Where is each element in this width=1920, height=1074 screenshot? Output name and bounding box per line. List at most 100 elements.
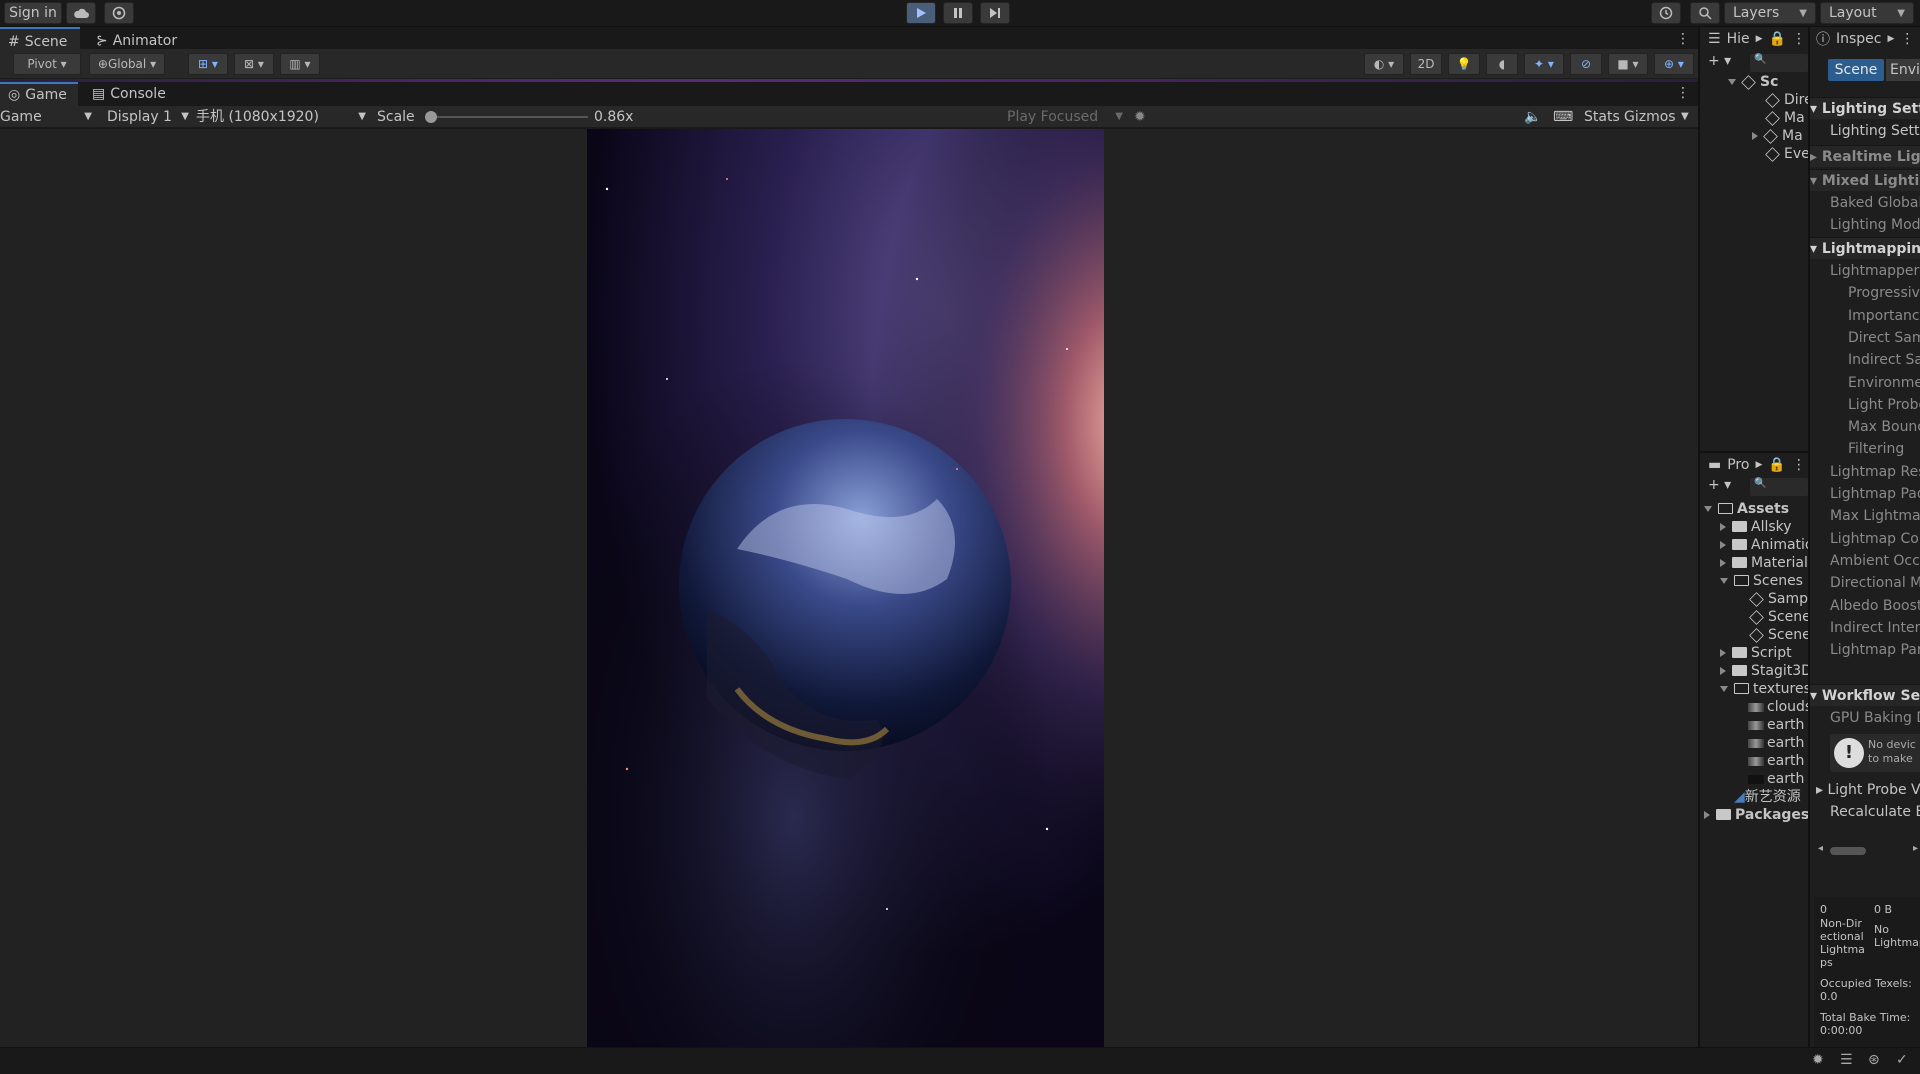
inspector-row[interactable]: Lightmapper — [1830, 260, 1920, 282]
search-icon[interactable] — [1690, 2, 1720, 24]
texture-asset[interactable]: earth a — [1748, 716, 1817, 734]
gizmos-button[interactable]: Gizmos — [1624, 106, 1676, 128]
align-icon[interactable]: ▥ ▾ — [280, 53, 320, 75]
chevron-down-icon[interactable]: ▼ — [1681, 106, 1689, 128]
network-icon[interactable]: ⊛ — [1868, 1052, 1880, 1068]
inspector-row[interactable]: Environmen — [1848, 372, 1920, 394]
scene-root-item[interactable]: Sc — [1728, 73, 1778, 91]
lock-icon[interactable]: 🔒 — [1769, 31, 1786, 47]
inspector-row[interactable]: Indirect Intens — [1830, 617, 1920, 639]
step-button[interactable] — [980, 2, 1010, 24]
packages-folder[interactable]: Packages — [1704, 806, 1809, 824]
layers-stack-icon[interactable]: ☰ — [1840, 1052, 1853, 1068]
resolution-dropdown[interactable]: 手机 (1080x1920) ▼ — [196, 106, 366, 128]
inspector-row[interactable]: Progressive — [1848, 282, 1920, 304]
game-render-earth[interactable] — [587, 129, 1104, 1047]
inspector-row[interactable]: Ambient Occlu — [1830, 550, 1920, 572]
grid-snap-icon[interactable]: ⊞ ▾ — [188, 53, 228, 75]
bug-icon[interactable]: ✹ — [1812, 1052, 1824, 1068]
play-focused-dropdown[interactable]: Play Focused ▼ — [1007, 106, 1123, 128]
camera-icon[interactable]: ■ ▾ — [1608, 53, 1648, 75]
audio-toggle-icon[interactable]: ◖ — [1486, 53, 1518, 75]
inspector-row[interactable]: Baked Global I — [1830, 192, 1920, 214]
speaker-icon[interactable]: 🔈 — [1524, 106, 1541, 128]
tab-console[interactable]: ▤ Console — [84, 82, 174, 106]
more-menu-icon[interactable]: ⋮ — [1676, 85, 1690, 101]
2d-toggle-button[interactable]: 2D — [1410, 53, 1442, 75]
global-toggle[interactable]: ⊕ Global ▾ — [89, 53, 165, 75]
increment-snap-icon[interactable]: ⊠ ▾ — [234, 53, 274, 75]
light-probe-vis-foldout[interactable]: ▸ Light Probe Vis — [1816, 779, 1920, 801]
folder-item[interactable]: Animatio — [1720, 536, 1814, 554]
scene-tab-button[interactable]: Scene — [1828, 59, 1884, 81]
lock-icon[interactable]: 🔒 — [1768, 457, 1785, 473]
keyboard-icon[interactable]: ⌨ — [1553, 106, 1573, 128]
hierarchy-item[interactable]: Eve — [1765, 145, 1810, 163]
history-icon[interactable] — [1651, 2, 1681, 24]
cloud-icon[interactable] — [66, 2, 96, 24]
pivot-toggle[interactable]: Pivot ▾ — [13, 53, 81, 75]
textures-folder[interactable]: textures — [1720, 680, 1811, 698]
hierarchy-item[interactable]: Ma — [1752, 127, 1803, 145]
inspector-row[interactable]: Light Probe — [1848, 394, 1920, 416]
tab-game[interactable]: ◎ Game — [0, 82, 78, 106]
more-menu-icon[interactable]: ⋮ — [1792, 31, 1806, 47]
folder-item[interactable]: Stagit3D — [1720, 662, 1812, 680]
effects-icon[interactable]: ✦ ▾ — [1524, 53, 1564, 75]
scene-asset[interactable]: Sampl — [1749, 590, 1812, 608]
more-menu-icon[interactable]: ⋮ — [1792, 457, 1806, 473]
inspector-row[interactable]: Lightmap Res — [1830, 461, 1920, 483]
inspector-row[interactable]: Lightmap Com — [1830, 528, 1920, 550]
more-menu-icon[interactable]: ⋮ — [1900, 31, 1914, 47]
stats-button[interactable]: Stats — [1584, 106, 1620, 128]
chevron-right-icon[interactable]: ▸ — [1913, 843, 1918, 854]
lightmapping-header[interactable]: ▾ Lightmapping — [1810, 237, 1920, 259]
tab-project[interactable]: ▬ Pro ▶ 🔒 ⋮ — [1708, 453, 1808, 477]
folder-item[interactable]: Allsky — [1720, 518, 1792, 536]
lighting-toggle-icon[interactable]: 💡 — [1448, 53, 1480, 75]
scrollbar-thumb[interactable] — [1830, 847, 1866, 855]
add-button[interactable]: + ▾ — [1708, 477, 1731, 493]
asset-item[interactable]: ◢新艺资源 — [1734, 788, 1801, 806]
lighting-settings-field[interactable]: Lighting Settin — [1830, 120, 1920, 142]
collab-icon[interactable] — [104, 2, 134, 24]
folder-item[interactable]: Materials — [1720, 554, 1815, 572]
recalculate-button[interactable]: Recalculate Er — [1830, 801, 1920, 823]
scenes-folder[interactable]: Scenes — [1720, 572, 1803, 590]
hidden-objects-icon[interactable]: ⊘ — [1570, 53, 1602, 75]
inspector-row[interactable]: Direct Samp — [1848, 327, 1920, 349]
hierarchy-item[interactable]: Ma — [1765, 109, 1805, 127]
sign-in-button[interactable]: Sign in — [4, 2, 62, 24]
inspector-row[interactable]: Max Lightmap — [1830, 505, 1920, 527]
folder-item[interactable]: Script — [1720, 644, 1792, 662]
play-button[interactable] — [906, 2, 936, 24]
game-mode-dropdown[interactable]: Game ▼ — [0, 106, 92, 128]
inspector-row[interactable]: Indirect San — [1848, 349, 1920, 371]
scale-slider-thumb[interactable] — [425, 111, 437, 123]
inspector-row[interactable]: Filtering — [1848, 438, 1920, 460]
scene-asset[interactable]: Scene — [1749, 626, 1811, 644]
realtime-lighting-header[interactable]: ▸ Realtime Ligh — [1810, 145, 1920, 167]
tab-hierarchy[interactable]: ☰ Hie ▶ 🔒 ⋮ — [1708, 27, 1808, 51]
texture-asset[interactable]: clouds — [1748, 698, 1812, 716]
mixed-lighting-header[interactable]: ▾ Mixed Lightin — [1810, 169, 1920, 191]
layers-dropdown[interactable]: Layers ▼ — [1724, 2, 1816, 24]
search-input[interactable]: 🔍 — [1750, 54, 1808, 72]
search-input[interactable]: 🔍 — [1750, 478, 1808, 496]
inspector-row[interactable]: Importance — [1848, 305, 1920, 327]
inspector-row[interactable]: Directional Mo — [1830, 572, 1920, 594]
pause-button[interactable] — [943, 2, 973, 24]
gizmos-globe-icon[interactable]: ⊕ ▾ — [1654, 53, 1694, 75]
bug-icon[interactable]: ✹ — [1134, 106, 1146, 128]
scene-asset[interactable]: Scene — [1749, 608, 1811, 626]
hierarchy-item[interactable]: Dire — [1765, 91, 1813, 109]
chevron-left-icon[interactable]: ◂ — [1818, 843, 1823, 854]
texture-asset[interactable]: earth l — [1748, 752, 1813, 770]
workflow-settings-header[interactable]: ▾ Workflow Set — [1810, 684, 1920, 706]
horizontal-scrollbar[interactable]: ◂ ▸ — [1818, 843, 1918, 857]
inspector-row[interactable]: Lightmap Padd — [1830, 483, 1920, 505]
layout-dropdown[interactable]: Layout ▼ — [1820, 2, 1914, 24]
assets-folder[interactable]: Assets — [1704, 500, 1789, 518]
check-circle-icon[interactable]: ✓ — [1896, 1052, 1908, 1068]
more-menu-icon[interactable]: ⋮ — [1676, 31, 1690, 47]
